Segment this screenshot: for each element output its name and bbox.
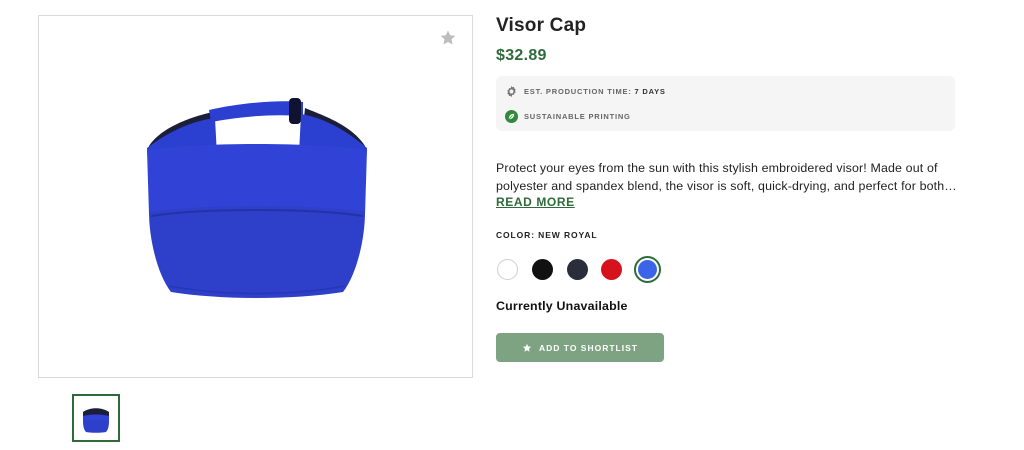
product-description: Protect your eyes from the sun with this… [496,159,957,195]
star-icon [522,343,532,352]
gear-icon [507,85,516,97]
color-swatch-black[interactable] [532,259,553,280]
color-swatch-navy[interactable] [567,259,588,280]
visor-cap-image [147,98,367,298]
sustainable-printing-text: SUSTAINABLE PRINTING [524,111,631,121]
leaf-icon [505,109,518,123]
product-price: $32.89 [496,47,547,64]
product-title: Visor Cap [496,15,587,36]
visor-thumbnail-image [83,408,109,433]
availability-status: Currently Unavailable [496,299,628,313]
read-more-link[interactable]: READ MORE [496,195,575,209]
color-swatch-white[interactable] [497,259,518,280]
favorite-star-icon[interactable] [439,29,457,47]
production-info-box: EST. PRODUCTION TIME: 7 DAYS SUSTAINABLE… [496,76,955,131]
color-swatch-red[interactable] [601,259,622,280]
color-swatch-new-royal-selected[interactable] [634,256,661,283]
color-label: COLOR: NEW ROYAL [496,230,598,240]
production-time-row: EST. PRODUCTION TIME: 7 DAYS [505,84,666,98]
sustainable-row: SUSTAINABLE PRINTING [505,109,631,123]
product-image-frame [38,15,473,378]
production-time-text: EST. PRODUCTION TIME: 7 DAYS [524,86,666,96]
add-to-shortlist-button[interactable]: ADD TO SHORTLIST [496,333,664,362]
description-line-1: Protect your eyes from the sun with this… [496,161,938,175]
add-to-shortlist-label: ADD TO SHORTLIST [539,342,638,353]
description-line-2: polyester and spandex blend, the visor i… [496,179,957,193]
thumbnail-image[interactable] [72,394,120,442]
color-swatch-new-royal-fill [638,260,657,279]
